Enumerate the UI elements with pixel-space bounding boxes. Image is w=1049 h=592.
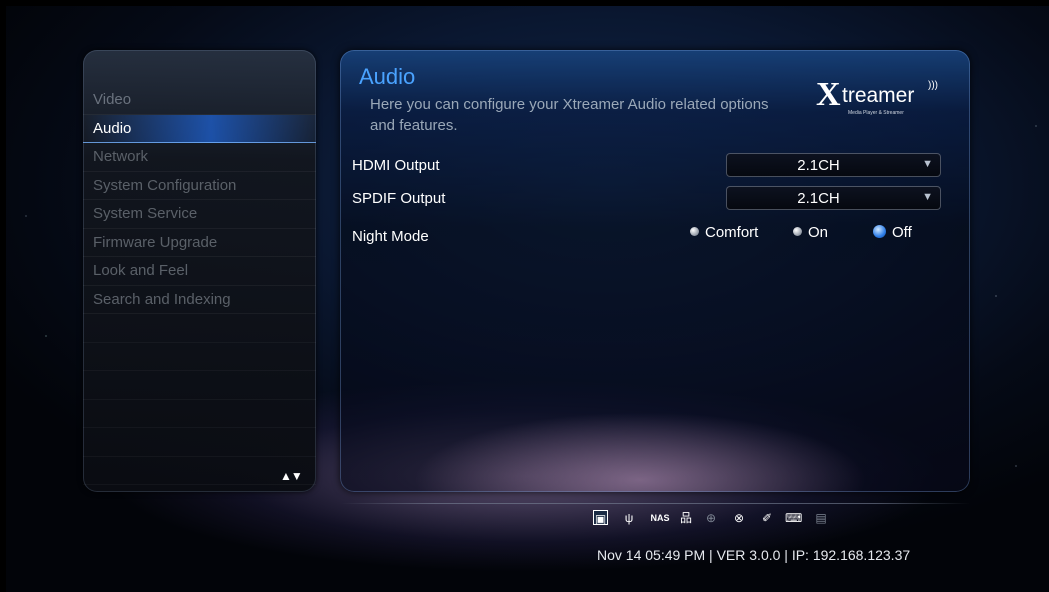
- menu-item-firmware-upgrade[interactable]: Firmware Upgrade: [83, 229, 316, 257]
- link-icon: ⊗: [733, 511, 745, 525]
- signal-icon: ))): [928, 80, 938, 91]
- night-mode-off-radio[interactable]: Off: [873, 224, 912, 241]
- remote-icon: ✐: [761, 511, 773, 525]
- logo-wordmark: treamer: [842, 84, 915, 107]
- night-mode-on-radio[interactable]: On: [793, 224, 828, 241]
- menu-item-system-configuration[interactable]: System Configuration: [83, 172, 316, 200]
- card-icon: ▤: [815, 511, 827, 525]
- menu-item-search-and-indexing[interactable]: Search and Indexing: [83, 286, 316, 314]
- menu-item-network[interactable]: Network: [83, 143, 316, 172]
- night-mode-radio-group: Comfort On Off: [690, 224, 950, 246]
- status-bar-text: Nov 14 05:49 PM | VER 3.0.0 | IP: 192.16…: [597, 547, 911, 563]
- radio-label: Off: [892, 224, 912, 241]
- hdmi-output-value: 2.1CH: [797, 157, 840, 174]
- nas-icon: NAS: [650, 513, 670, 523]
- spdif-output-select[interactable]: 2.1CH ▼: [726, 186, 941, 210]
- wifi-icon: ⊕: [705, 511, 717, 525]
- radio-selected-icon: [873, 225, 886, 238]
- radio-dot-icon: [793, 227, 802, 236]
- page-title: Audio: [359, 64, 416, 89]
- menu-empty-slot: [83, 343, 316, 371]
- picture-icon: ▣: [593, 510, 608, 526]
- audio-settings-panel: Audio Here you can configure your Xtream…: [340, 50, 970, 492]
- menu-empty-slot: [83, 428, 316, 457]
- settings-menu-panel: Video Audio Network System Configuration…: [83, 50, 316, 492]
- spdif-output-label: SPDIF Output: [352, 190, 446, 207]
- radio-dot-icon: [690, 227, 699, 236]
- menu-empty-slot: [83, 314, 316, 343]
- network-icon: 品: [679, 511, 692, 525]
- menu-item-system-service[interactable]: System Service: [83, 200, 316, 229]
- hdmi-output-select[interactable]: 2.1CH ▼: [726, 153, 941, 177]
- menu-item-audio[interactable]: Audio: [83, 114, 316, 143]
- usb-icon: ψ: [624, 511, 634, 525]
- xtreamer-logo: X treamer ))) Media Player & Streamer: [816, 76, 940, 120]
- night-mode-comfort-radio[interactable]: Comfort: [690, 224, 758, 241]
- dropdown-arrow-icon: ▼: [922, 158, 933, 170]
- menu-scroll-arrows[interactable]: ▲▼: [280, 469, 303, 483]
- hdmi-output-label: HDMI Output: [352, 157, 440, 174]
- menu-item-video[interactable]: Video: [83, 86, 316, 115]
- menu-item-look-and-feel[interactable]: Look and Feel: [83, 257, 316, 286]
- logo-tagline: Media Player & Streamer: [848, 110, 904, 116]
- keyboard-icon: ⌨: [785, 511, 803, 525]
- spdif-output-value: 2.1CH: [797, 190, 840, 207]
- page-description: Here you can configure your Xtreamer Aud…: [370, 96, 769, 134]
- menu-empty-slot: [83, 400, 316, 428]
- logo-x: X: [816, 76, 841, 113]
- night-mode-label: Night Mode: [352, 228, 429, 245]
- dropdown-arrow-icon: ▼: [922, 191, 933, 203]
- status-divider: [340, 503, 970, 504]
- radio-label: On: [808, 224, 829, 241]
- radio-label: Comfort: [705, 224, 759, 241]
- settings-menu: Video Audio Network System Configuration…: [83, 86, 316, 485]
- menu-empty-slot: [83, 371, 316, 400]
